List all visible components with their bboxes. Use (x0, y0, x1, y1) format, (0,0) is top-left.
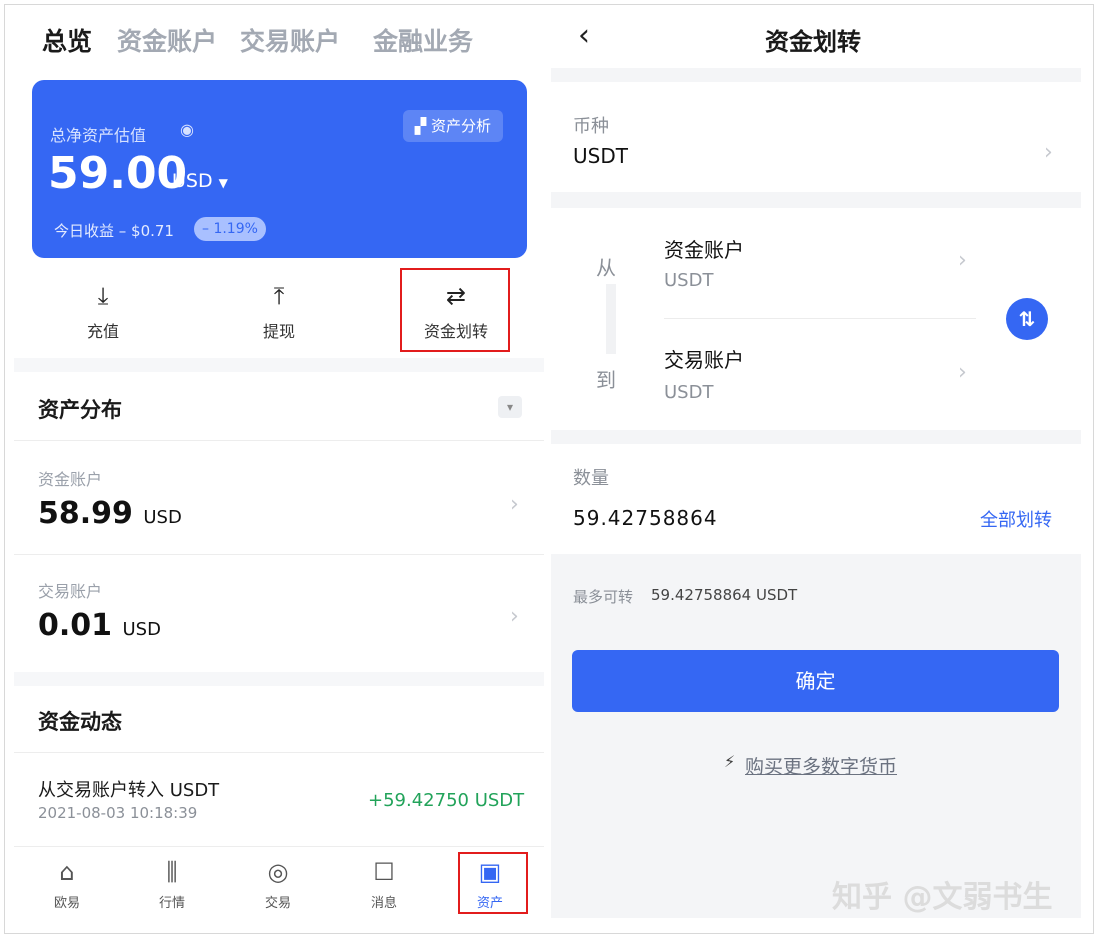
today-pnl: 今日收益 – $0.71 (54, 222, 174, 240)
back-icon[interactable]: ‹ (578, 18, 590, 53)
trading-account-value: 0.01 USD (38, 608, 161, 643)
to-account-currency: USDT (664, 382, 714, 403)
funding-account-value: 58.99 USD (38, 496, 182, 531)
currency-selector[interactable]: USD ▼ (172, 170, 228, 192)
trading-account-label: 交易账户 (38, 582, 103, 601)
amount-input[interactable]: 59.42758864 (573, 506, 718, 530)
download-icon: ⤓ (97, 282, 109, 310)
nav-market[interactable]: ⫼ 行情 (142, 858, 202, 911)
fund-activity-title: 资金动态 (38, 710, 122, 734)
divider (14, 672, 544, 686)
tab-trading-account[interactable]: 交易账户 (240, 22, 340, 58)
nav-messages[interactable]: ☐ 消息 (354, 858, 414, 911)
upload-icon: ⤒ (273, 282, 285, 310)
withdraw-button[interactable]: ⤒ 提现 (239, 282, 319, 342)
funding-account-label: 资金账户 (38, 470, 103, 489)
trade-icon: ◎ (267, 858, 289, 886)
swap-arrows-icon: ⇅ (1018, 307, 1036, 331)
divider (551, 430, 1081, 444)
currency-label: 币种 (573, 116, 609, 137)
asset-distribution-title: 资产分布 (38, 398, 122, 422)
activity-amount: +59.42750 USDT (368, 790, 525, 811)
home-icon: ⌂ (59, 858, 75, 886)
tab-financial-services[interactable]: 金融业务 (373, 22, 473, 58)
amount-label: 数量 (573, 468, 609, 489)
asset-analysis-button[interactable]: ▞ 资产分析 (402, 110, 503, 142)
eye-icon[interactable]: ◉ (180, 120, 194, 139)
pnl-percent-badge: – 1.19% (194, 217, 266, 241)
from-account-currency: USDT (664, 270, 714, 291)
buy-crypto-link[interactable]: 购买更多数字货币 (745, 752, 897, 779)
deposit-button[interactable]: ⤓ 充值 (63, 282, 143, 342)
highlight-box-assets (458, 852, 528, 914)
divider (551, 192, 1081, 208)
chevron-right-icon: › (510, 492, 519, 517)
swap-direction-button[interactable]: ⇅ (1006, 298, 1048, 340)
to-label: 到 (596, 368, 616, 392)
chevron-right-icon: › (958, 248, 967, 273)
from-account-name: 资金账户 (664, 238, 744, 262)
page-title: 资金划转 (765, 28, 861, 56)
nav-home[interactable]: ⌂ 欧易 (37, 858, 97, 911)
caret-down-icon: ▼ (218, 176, 228, 190)
divider (14, 846, 544, 847)
nav-trade[interactable]: ◎ 交易 (248, 858, 308, 911)
total-asset-label: 总净资产估值 (50, 126, 147, 145)
divider (14, 554, 544, 555)
bar-chart-icon: ▞ (414, 117, 431, 135)
activity-title: 从交易账户转入 USDT (38, 780, 220, 801)
max-transferable-value: 59.42758864 USDT (651, 586, 798, 604)
max-transferable-label: 最多可转 (573, 588, 634, 606)
currency-value: USDT (573, 144, 628, 168)
asset-card: 总净资产估值 ◉ ▞ 资产分析 59.00 USD ▼ 今日收益 – $0.71… (32, 80, 527, 258)
chevron-right-icon: › (1044, 140, 1053, 165)
tab-overview[interactable]: 总览 (42, 22, 92, 58)
divider (14, 752, 544, 753)
chart-icon: ⫼ (166, 858, 178, 886)
divider (14, 358, 544, 372)
message-icon: ☐ (373, 858, 395, 886)
confirm-button[interactable]: 确定 (572, 650, 1059, 712)
divider (551, 68, 1081, 82)
to-account-name: 交易账户 (664, 348, 744, 372)
chevron-down-icon[interactable]: ▾ (498, 396, 522, 418)
from-to-connector (606, 284, 616, 354)
transfer-all-button[interactable]: 全部划转 (980, 506, 1052, 532)
chevron-right-icon: › (958, 360, 967, 385)
watermark: 知乎 @文弱书生 (832, 880, 1053, 915)
bottom-area (551, 554, 1081, 918)
activity-time: 2021-08-03 10:18:39 (38, 804, 198, 822)
divider (664, 318, 976, 319)
tab-funding-account[interactable]: 资金账户 (117, 22, 217, 58)
lightning-icon: ⚡ (724, 752, 736, 771)
highlight-box-transfer (400, 268, 510, 352)
chevron-right-icon: › (510, 604, 519, 629)
from-label: 从 (596, 256, 616, 280)
divider (14, 440, 544, 441)
total-asset-amount: 59.00 (48, 148, 188, 199)
